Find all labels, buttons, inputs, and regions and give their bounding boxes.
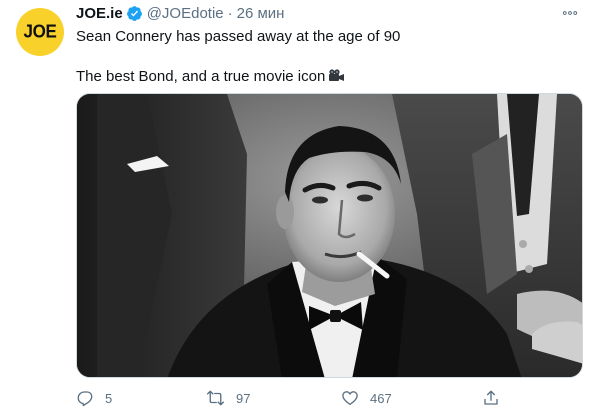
- tweet-photo[interactable]: [76, 93, 583, 378]
- tweet-text-line-2-text: The best Bond, and a true movie icon: [76, 68, 326, 85]
- retweet-button[interactable]: 97: [206, 388, 250, 408]
- tweet-photo-art: [77, 94, 582, 377]
- share-icon: [484, 390, 498, 405]
- heart-icon: [342, 391, 358, 406]
- reply-count: 5: [105, 390, 113, 406]
- author-handle[interactable]: @JOEdotie: [147, 5, 224, 22]
- tweet-text-line-2: The best Bond, and a true movie icon: [76, 67, 576, 87]
- tweet-actions: 5 97 467: [76, 388, 576, 408]
- tweet: JOE JOE.ie @JOEdotie · 26 мин Sean Conne…: [0, 0, 595, 408]
- tweet-timestamp[interactable]: 26 мин: [237, 5, 285, 22]
- reply-button[interactable]: 5: [76, 388, 112, 408]
- tweet-text-line-1: Sean Connery has passed away at the age …: [76, 28, 401, 45]
- tweet-header: JOE.ie @JOEdotie · 26 мин: [76, 3, 284, 23]
- retweet-count: 97: [236, 390, 251, 406]
- reply-icon: [77, 391, 93, 407]
- share-button[interactable]: [482, 388, 500, 408]
- avatar-logo-text: JOE: [23, 21, 57, 42]
- like-button[interactable]: 467: [341, 388, 392, 408]
- header-separator: ·: [227, 4, 233, 22]
- like-count: 467: [370, 390, 392, 406]
- verified-badge-icon: [126, 5, 143, 22]
- retweet-icon: [206, 390, 225, 406]
- tweet-text: Sean Connery has passed away at the age …: [76, 27, 576, 87]
- avatar[interactable]: JOE: [16, 8, 64, 56]
- movie-camera-icon: [328, 68, 345, 81]
- more-options-icon[interactable]: [559, 2, 581, 24]
- author-name[interactable]: JOE.ie: [76, 5, 123, 22]
